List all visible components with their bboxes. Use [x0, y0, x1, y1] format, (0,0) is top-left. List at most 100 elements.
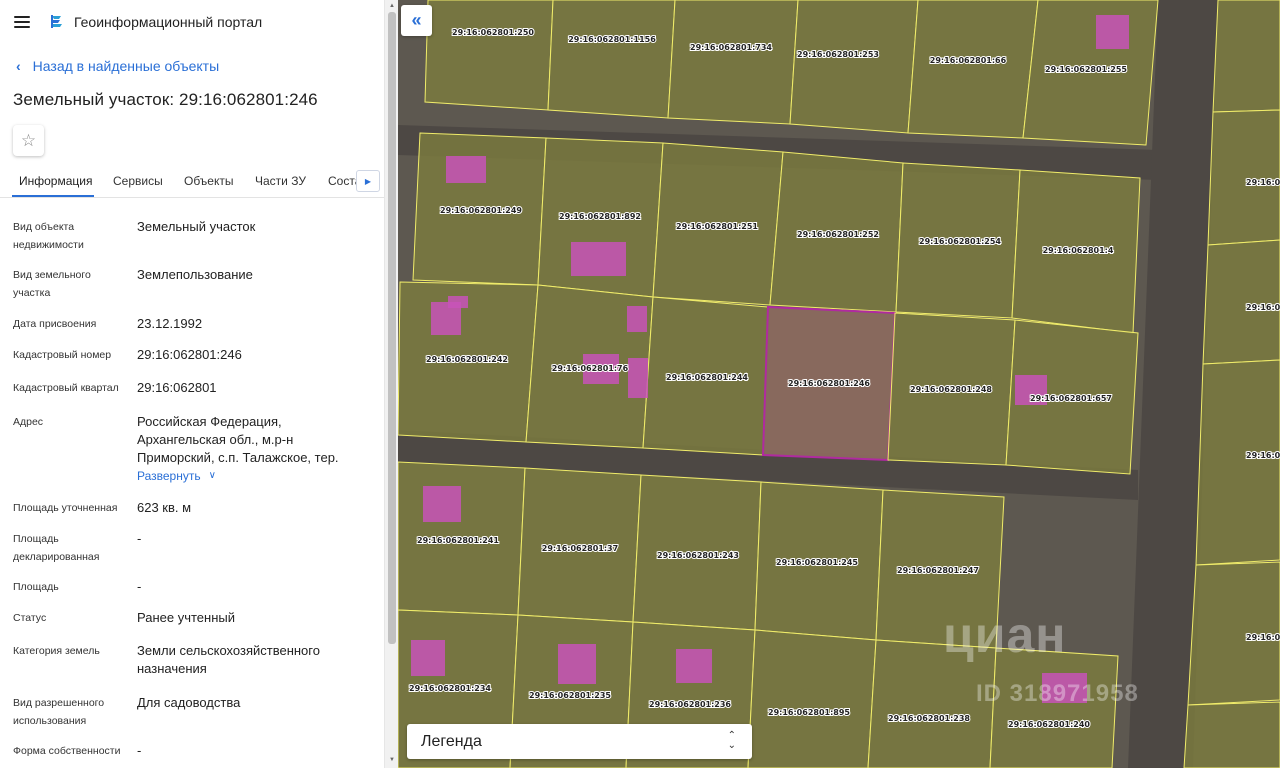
attr-label: Кадастровый номер: [13, 349, 112, 361]
parcel-label: 29:16:062801:76: [552, 364, 629, 373]
building: [627, 306, 647, 332]
attr-value: 29:16:062801: [137, 380, 217, 395]
parcel-label: 29:16:062801:246: [788, 379, 870, 388]
parcel-label: 29:16:062801:1156: [568, 35, 656, 44]
parcel-label: 29:16:062801:249: [440, 206, 522, 215]
attr-label: Форма собственности: [13, 745, 121, 757]
parcel: [1212, 0, 1280, 113]
building: [1096, 15, 1129, 49]
attr-label: Категория земель: [13, 645, 100, 657]
attr-value: 623 кв. м: [137, 500, 192, 515]
attr-value: Земельный участок: [137, 219, 256, 234]
attr-label: Адрес: [13, 416, 44, 428]
attr-label: Кадастровый квартал: [13, 382, 119, 394]
parcel: [1195, 359, 1280, 566]
chevron-left-icon: ‹: [16, 58, 21, 74]
back-link-label: Назад в найденные объекты: [32, 58, 220, 74]
tab-bar: Информация Сервисы Объекты Части ЗУ Сост…: [0, 168, 384, 198]
info-panel: Геоинформационный портал ‹ Назад в найде…: [0, 0, 384, 768]
attr-value: Ранее учтенный: [137, 610, 235, 625]
parcel: [989, 647, 1119, 768]
scroll-thumb[interactable]: [388, 12, 396, 644]
scroll-down-arrow-icon[interactable]: ▼: [388, 756, 396, 764]
attr-label: Вид земельного участка: [13, 269, 91, 299]
attr-label: Статус: [13, 612, 47, 624]
parcel: [747, 629, 877, 768]
parcel-label: 29:16:062801:253: [797, 50, 879, 59]
building: [448, 296, 468, 308]
parcel-label: 29:16:062801:252: [797, 230, 879, 239]
tab-parts[interactable]: Части ЗУ: [255, 174, 306, 188]
parcel-label: 29:16:062801:254: [919, 237, 1001, 246]
parcel-label: 29:16:062801:66: [930, 56, 1007, 65]
favorite-button[interactable]: ☆: [13, 125, 44, 156]
building: [628, 358, 648, 398]
tabs-scroll-right-button[interactable]: ▶: [356, 170, 380, 192]
watermark-id: ID 318971958: [976, 680, 1139, 707]
map-view[interactable]: 29:16:062801:250 29:16:062801:1156 29:16:0…: [398, 0, 1280, 768]
panel-scrollbar[interactable]: ▲ ▼: [384, 0, 398, 768]
parcel-label: 29:16:062801:247: [897, 566, 979, 575]
hamburger-icon[interactable]: [14, 16, 30, 28]
parcel-label: 29:16:062801:734: [690, 43, 772, 52]
attr-value: -: [137, 743, 142, 758]
parcel-label: 29:16:062801:657: [1030, 394, 1112, 403]
attr-label: Дата присвоения: [13, 318, 97, 330]
parcel-label: 29:16:062801:242: [426, 355, 508, 364]
tab-information[interactable]: Информация: [19, 174, 92, 188]
parcel-label: 29:16:062801:895: [768, 708, 850, 717]
attr-label: Вид разрешенного использования: [13, 697, 105, 727]
attr-value: 29:16:062801:246: [137, 347, 242, 362]
parcel-label: 29:16:062801:234: [409, 684, 491, 693]
parcel-label: 29:16:062801:241: [417, 536, 499, 545]
cadastral-map[interactable]: 29:16:062801:250 29:16:062801:1156 29:16:0…: [398, 0, 1280, 768]
watermark-logo: циан: [943, 607, 1067, 663]
parcel: [424, 0, 554, 111]
tab-objects[interactable]: Объекты: [184, 174, 234, 188]
parcel: [1202, 239, 1280, 365]
back-link[interactable]: ‹ Назад в найденные объекты: [0, 56, 384, 76]
building: [676, 649, 712, 683]
attr-value: Землепользование: [137, 267, 253, 282]
active-tab-indicator: [12, 195, 94, 197]
parcel-label: 29:16:062801:255: [1045, 65, 1127, 74]
up-down-arrows-icon: ⌃ ⌄: [727, 730, 736, 751]
parcel-label: 29:16:062801:243: [657, 551, 739, 560]
building: [423, 486, 461, 522]
expand-label: Развернуть: [137, 469, 201, 483]
building: [558, 644, 596, 684]
attr-label: Вид объекта недвижимости: [13, 221, 84, 251]
parcel-label: 29:16:062801:: [1246, 451, 1280, 460]
attr-value: -: [137, 579, 142, 594]
parcel: [667, 0, 799, 125]
parcel-label: 29:16:062801:37: [542, 544, 618, 553]
caret-right-icon: ▶: [364, 176, 372, 186]
parcel-label: 29:16:062801:: [1246, 178, 1280, 187]
parcel-label: 29:16:062801:4: [1043, 246, 1114, 255]
expand-address-link[interactable]: Развернуть ∨: [137, 467, 216, 485]
collapse-panel-button[interactable]: «: [401, 5, 432, 36]
parcel-label: 29:16:062801:892: [559, 212, 641, 221]
address-text: Российская Федерация, Архангельская обл.…: [137, 414, 339, 465]
parcel-label: 29:16:062801:245: [776, 558, 858, 567]
parcel-label: 29:16:062801:238: [888, 714, 970, 723]
tab-services[interactable]: Сервисы: [113, 174, 163, 188]
parcel-label: 29:16:062801:235: [529, 691, 611, 700]
legend-dropdown[interactable]: Легенда ⌃ ⌄: [407, 724, 752, 759]
parcel-label: 29:16:062801:244: [666, 373, 748, 382]
legend-label: Легенда: [421, 732, 482, 750]
attr-value: Земли сельскохозяйственного назначения: [137, 643, 320, 676]
building: [411, 640, 445, 676]
star-icon: ☆: [20, 130, 37, 150]
parcel-label: 29:16:062801:: [1246, 303, 1280, 312]
attr-value: Российская Федерация, Архангельская обл.…: [137, 413, 367, 485]
attr-value: Для садоводства: [137, 695, 241, 710]
parcel-label: 29:16:062801:250: [452, 28, 534, 37]
chevron-down-icon: ∨: [208, 470, 216, 481]
parcel: [547, 0, 676, 119]
parcel: [907, 0, 1039, 139]
attr-label: Площадь уточненная: [13, 502, 118, 514]
app-header: Геоинформационный портал: [0, 0, 384, 44]
scroll-up-arrow-icon[interactable]: ▲: [388, 2, 396, 10]
parcel-label: 29:16:062801:236: [649, 700, 731, 709]
